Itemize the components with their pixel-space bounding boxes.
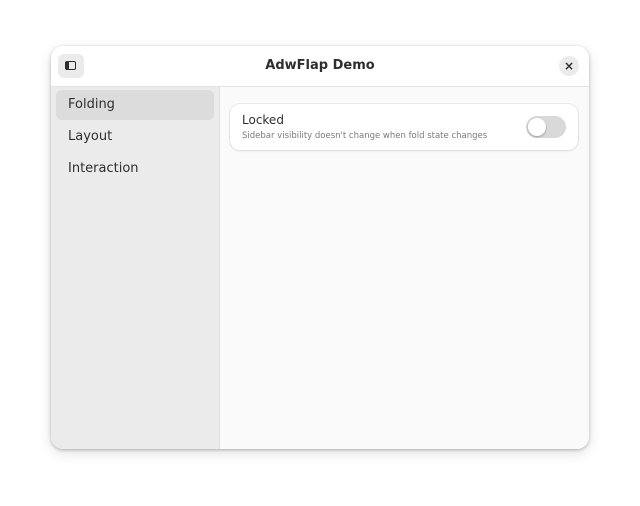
sidebar-item-label: Folding (68, 97, 115, 112)
switch-knob (528, 118, 546, 136)
sidebar-item-folding[interactable]: Folding (56, 90, 214, 120)
close-icon: × (563, 59, 575, 73)
locked-row: Locked Sidebar visibility doesn't change… (230, 104, 578, 150)
sidebar-item-layout[interactable]: Layout (56, 122, 214, 152)
sidebar-item-label: Interaction (68, 161, 139, 176)
sidebar: Folding Layout Interaction (51, 87, 220, 449)
window-title: AdwFlap Demo (265, 58, 375, 73)
row-subtitle: Sidebar visibility doesn't change when f… (242, 131, 488, 141)
content-area: Locked Sidebar visibility doesn't change… (220, 87, 589, 449)
sidebar-item-label: Layout (68, 129, 113, 144)
app-window: AdwFlap Demo × Folding Layout Interactio… (51, 46, 589, 449)
locked-switch[interactable] (526, 116, 566, 138)
row-title: Locked (242, 113, 284, 127)
close-button[interactable]: × (559, 56, 579, 76)
header-bar: AdwFlap Demo × (51, 46, 589, 87)
sidebar-item-interaction[interactable]: Interaction (56, 154, 214, 184)
